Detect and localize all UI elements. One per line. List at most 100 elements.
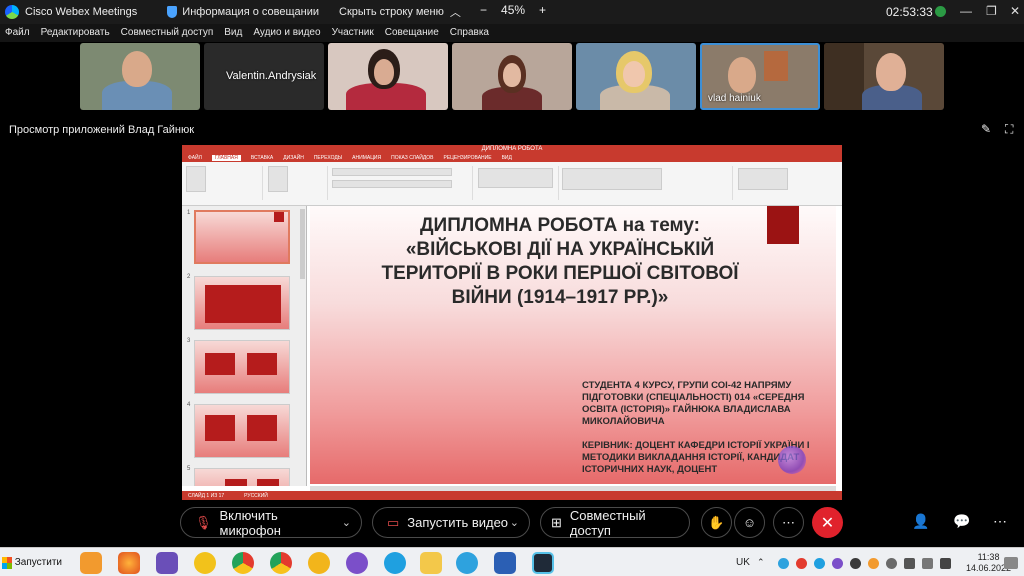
notifications-icon[interactable] [1004, 557, 1018, 569]
meeting-timer: 02:53:33 [886, 5, 933, 19]
ppt-ribbon-tabs: ФАЙЛ ГЛАВНАЯ ВСТАВКА ДИЗАЙН ПЕРЕХОДЫ АНИ… [182, 154, 842, 162]
ppt-tab[interactable]: ФАЙЛ [188, 155, 202, 161]
webex-watermark-icon [778, 446, 806, 474]
share-label: Совместный доступ [569, 507, 646, 538]
ppt-tab[interactable]: ДИЗАЙН [283, 155, 304, 161]
ppt-tab[interactable]: ВИД [502, 155, 512, 161]
close-icon: ✕ [820, 514, 835, 532]
hide-menu-label: Скрыть строку меню [339, 6, 444, 18]
firefox-icon[interactable] [118, 552, 140, 574]
skype-tray-icon[interactable] [814, 558, 825, 569]
participant-video[interactable] [452, 43, 572, 110]
fullscreen-icon[interactable]: ⛶ [1005, 122, 1013, 137]
hand-raise-button[interactable]: ✋ [701, 507, 732, 538]
tray-app-icon[interactable] [886, 558, 897, 569]
meeting-info-button[interactable]: Информация о совещании [167, 6, 319, 18]
start-button[interactable]: Запустити [2, 552, 62, 573]
zoom-level: 45% [501, 3, 526, 17]
app-icon[interactable] [308, 552, 330, 574]
hide-menu-button[interactable]: Скрыть строку меню ︿ [339, 4, 461, 20]
app-icon[interactable] [194, 552, 216, 574]
restore-icon[interactable]: ❐ [986, 4, 997, 18]
smiley-icon: ☺ [742, 515, 757, 530]
webex-logo-icon [5, 5, 19, 19]
tray-app-icon[interactable] [868, 558, 879, 569]
hand-icon: ✋ [708, 514, 725, 530]
ppt-tab[interactable]: ПЕРЕХОДЫ [314, 155, 342, 161]
chat-icon[interactable]: 💬 [953, 513, 970, 530]
slide-accent-block [767, 206, 799, 244]
slide-counter: СЛАЙД 1 ИЗ 17 [188, 492, 225, 499]
start-video-button[interactable]: ▭ Запустить видео ⌄ [372, 507, 530, 538]
menu-audio-video[interactable]: Аудио и видео [248, 24, 326, 42]
telegram-icon[interactable] [456, 552, 478, 574]
webex-taskbar-icon[interactable] [532, 552, 554, 574]
zoom-in-button[interactable]: + [539, 3, 546, 17]
more-icon: ⋯ [782, 514, 795, 530]
word-icon[interactable] [494, 552, 516, 574]
slide-canvas: ДИПЛОМНА РОБОТА на тему: «ВІЙСЬКОВІ ДІЇ … [310, 206, 836, 484]
windows-icon [2, 556, 12, 569]
ppt-title-bar: ДИПЛОМНА РОБОТА [182, 145, 842, 154]
zoom-out-button[interactable]: − [480, 3, 487, 17]
participant-video[interactable]: Valentin.Andrysiak [204, 43, 324, 110]
battery-icon[interactable] [922, 558, 933, 569]
folder-icon[interactable] [420, 552, 442, 574]
meeting-info-label: Информация о совещании [182, 6, 319, 18]
menu-participant[interactable]: Участник [327, 24, 380, 42]
ppt-tab-active[interactable]: ГЛАВНАЯ [211, 155, 241, 161]
minimize-icon[interactable]: — [960, 4, 972, 18]
participant-video[interactable] [80, 43, 200, 110]
slide-thumbnail-pane: 1 2 3 4 5 [182, 206, 307, 486]
volume-icon[interactable] [940, 558, 951, 569]
menu-meeting[interactable]: Совещание [380, 24, 445, 42]
slide-thumbnail[interactable] [194, 468, 290, 486]
participant-video[interactable] [824, 43, 944, 110]
chrome-icon[interactable] [270, 552, 292, 574]
unmute-button[interactable]: 🎙 Включить микрофон ⌄ [180, 507, 362, 538]
media-player-icon[interactable] [80, 552, 102, 574]
menu-edit[interactable]: Редактировать [36, 24, 116, 42]
slide-thumbnail[interactable] [194, 404, 290, 458]
more-panel-icon[interactable]: ⋯ [993, 513, 1007, 530]
network-icon[interactable] [904, 558, 915, 569]
chrome-icon[interactable] [232, 552, 254, 574]
menu-file[interactable]: Файл [0, 24, 36, 42]
ppt-tab[interactable]: АНИМАЦИЯ [352, 155, 381, 161]
viber-icon[interactable] [346, 552, 368, 574]
menu-share[interactable]: Совместный доступ [116, 24, 220, 42]
more-options-button[interactable]: ⋯ [773, 507, 804, 538]
reactions-button[interactable]: ☺ [734, 507, 765, 538]
end-meeting-button[interactable]: ✕ [812, 507, 843, 538]
skype-icon[interactable] [384, 552, 406, 574]
participant-video[interactable] [576, 43, 696, 110]
windows-taskbar: Запустити UK ⌃ 11:38 14.06.2022 [0, 547, 1024, 576]
menu-view[interactable]: Вид [219, 24, 248, 42]
pane-scrollbar[interactable] [300, 209, 305, 279]
visual-studio-icon[interactable] [156, 552, 178, 574]
ppt-tab[interactable]: ВСТАВКА [251, 155, 273, 161]
chevron-down-icon[interactable]: ⌄ [510, 516, 519, 529]
menu-help[interactable]: Справка [445, 24, 495, 42]
participant-name: Valentin.Andrysiak [226, 70, 317, 82]
ppt-tab[interactable]: ПОКАЗ СЛАЙДОВ [391, 155, 433, 161]
share-button[interactable]: ⊞ Совместный доступ [540, 507, 690, 538]
slide-thumbnail[interactable] [194, 210, 290, 264]
close-icon[interactable]: ✕ [1010, 4, 1020, 18]
tray-app-icon[interactable] [850, 558, 861, 569]
chevron-down-icon[interactable]: ⌄ [342, 516, 351, 529]
participants-icon[interactable]: 👤 [912, 513, 929, 530]
share-screen-icon: ⊞ [551, 514, 562, 530]
participant-video[interactable] [328, 43, 448, 110]
slide-thumbnail[interactable] [194, 340, 290, 394]
keyboard-language[interactable]: UK [736, 557, 750, 568]
slide-thumbnail[interactable] [194, 276, 290, 330]
annotate-icon[interactable]: ✎ [981, 122, 991, 136]
tray-app-icon[interactable] [796, 558, 807, 569]
tray-expand-icon[interactable]: ⌃ [757, 557, 765, 568]
telegram-tray-icon[interactable] [778, 558, 789, 569]
viber-tray-icon[interactable] [832, 558, 843, 569]
status-dot-icon [935, 6, 946, 17]
ppt-tab[interactable]: РЕЦЕНЗИРОВАНИЕ [443, 155, 491, 161]
participant-video-active[interactable]: vlad hainiuk [700, 43, 820, 110]
